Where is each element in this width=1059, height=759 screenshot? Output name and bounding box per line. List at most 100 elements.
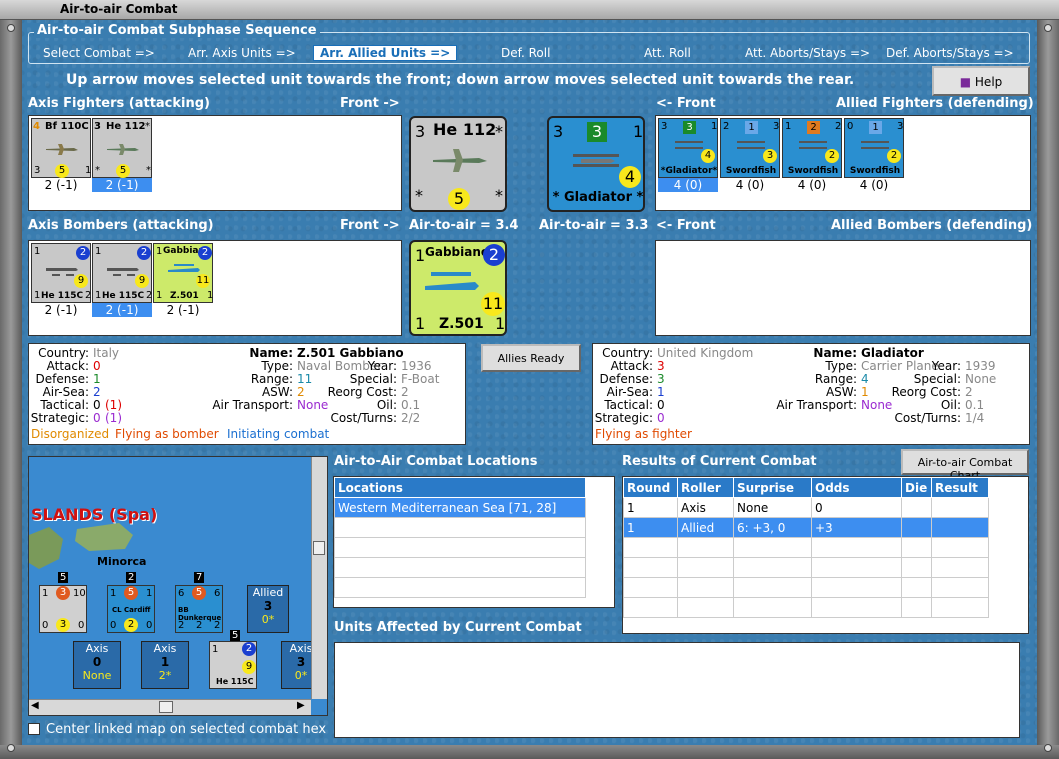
center-map-checkbox[interactable] [28, 723, 40, 735]
results-table-panel: Round Roller Surprise Odds Die Result 1 … [622, 476, 1029, 634]
sequence-title: Air-to-air Combat Subphase Sequence [34, 23, 320, 38]
scroll-left-icon[interactable]: ◀ [31, 700, 39, 711]
counter-top-right: 3 [773, 121, 780, 132]
info-key: Cost/Turns: [330, 411, 397, 425]
seq-step-def-roll[interactable]: Def. Roll [501, 46, 550, 60]
stack-val: 1 [212, 644, 219, 655]
map-stack[interactable]: 5 1 3 10 0 3 0 [39, 572, 87, 633]
map-stack[interactable]: 7 6 5 6 BB Dunkerque 2 2 2 [175, 572, 223, 633]
table-row[interactable]: 1 Allied 6: +3, 0 +3 [623, 517, 989, 538]
allies-ready-button[interactable]: Allies Ready [481, 344, 581, 372]
unit-counter-swordfish[interactable]: 2 1 3 3 Swordfish [720, 118, 780, 178]
results-header-die[interactable]: Die [901, 477, 932, 498]
counter-top-right: 2 [835, 121, 842, 132]
unit-counter-swordfish[interactable]: 1 2 2 2 Swordfish [782, 118, 842, 178]
info-special: None [965, 372, 997, 386]
info-key: Air-Sea: [606, 385, 653, 399]
box-sub: 2* [158, 669, 172, 682]
location-row[interactable]: Western Mediterranean Sea [71, 28] [334, 497, 586, 518]
axis-hex-summary[interactable]: Axis 1 2* [141, 641, 189, 689]
axis-fighters-front: Front -> [340, 96, 400, 111]
results-header-roller[interactable]: Roller [677, 477, 734, 498]
info-key: Defense: [35, 372, 89, 386]
info-key: Air Transport: [212, 398, 293, 412]
seq-step-arr-axis[interactable]: Arr. Axis Units => [188, 46, 296, 60]
counter-bottom-left: 1 [34, 290, 41, 301]
counter-yellow-dot: 4 [701, 149, 715, 163]
box-sub: None [82, 669, 112, 682]
a2a-chart-button[interactable]: Air-to-air Combat Chart [901, 449, 1029, 482]
info-key: Attack: [46, 359, 89, 373]
counter-bottom-right: 1 [207, 290, 214, 301]
box-num: 1 [160, 655, 170, 669]
info-key: Type: [261, 359, 293, 373]
table-row[interactable]: 1 Axis None 0 [623, 497, 989, 518]
info-cost: 2/2 [401, 411, 421, 425]
minimap-vscrollbar[interactable] [311, 457, 327, 699]
locations-header[interactable]: Locations [334, 477, 586, 498]
counter-bottom-right: 2 [85, 290, 92, 301]
unit-counter-bf110c[interactable]: 4 Bf 110C 3 5 1 [31, 118, 91, 178]
linked-minimap[interactable]: SLANDS (Spa) Minorca 5 1 3 10 0 3 0 2 1 … [28, 456, 328, 716]
info-key: ASW: [261, 385, 293, 399]
axis-bombers-panel: 1 2 9 1 He 115C 2 2 (-1) 1 2 9 1 He 115C… [28, 240, 402, 336]
window-title: Air-to-air Combat [0, 0, 1059, 20]
unit-counter-gladiator[interactable]: 3 3 1 4 *Gladiator* [658, 118, 718, 178]
unit-counter-z501[interactable]: 1 Gabbiano 2 11 1 Z.501 1 [153, 243, 213, 303]
unit-counter-swordfish[interactable]: 0 1 3 2 Swordfish [844, 118, 904, 178]
box-label: Axis [153, 642, 177, 655]
counter-bottom-left: 1 [95, 290, 102, 301]
seq-step-att-aborts[interactable]: Att. Aborts/Stays => [745, 46, 870, 60]
big-counter-top-left: 3 [415, 122, 426, 141]
big-counter-allied-fighter: 3 3 1 4 * Gladiator * [547, 116, 645, 212]
help-button[interactable]: ■ Help [932, 66, 1030, 96]
results-header-result[interactable]: Result [931, 477, 989, 498]
hscroll-thumb[interactable] [159, 701, 173, 713]
info-asw: 2 [297, 385, 305, 399]
seq-step-arr-allied[interactable]: Arr. Allied Units => [313, 45, 458, 61]
allied-hex-summary[interactable]: Allied 3 0* [247, 585, 289, 633]
info-airtransport: None [297, 398, 329, 412]
counter-bottom-right: 2 [146, 290, 153, 301]
fighter-plane-icon [433, 149, 487, 172]
seq-step-def-aborts[interactable]: Def. Aborts/Stays => [886, 46, 1014, 60]
stack-val: 1 [42, 588, 49, 599]
counter-top-left: 3 [94, 121, 101, 132]
info-type: Carrier Plane [861, 359, 939, 373]
locations-list: Locations Western Mediterranean Sea [71,… [333, 476, 615, 608]
cell-result [931, 517, 989, 538]
results-header-surprise[interactable]: Surprise [733, 477, 812, 498]
stack-val: 1 [110, 588, 117, 599]
unit-rating: 2 (-1) [44, 178, 78, 192]
rivet-icon [7, 24, 15, 32]
unit-counter-he115c[interactable]: 1 2 9 1 He 115C 2 [92, 243, 152, 303]
counter-square: 1 [869, 121, 882, 134]
counter-yellow-dot: 5 [116, 164, 130, 178]
cell-odds: +3 [811, 517, 902, 538]
unit-counter-he115c[interactable]: 1 2 9 1 He 115C 2 [31, 243, 91, 303]
location-row-empty [334, 577, 586, 598]
axis-hex-summary[interactable]: Axis 0 None [73, 641, 121, 689]
big-counter-top-left: 1 [415, 246, 426, 265]
scroll-right-icon[interactable]: ▶ [297, 700, 305, 711]
counter-name: Swordfish [849, 166, 901, 176]
unit-rating: 4 (0) [797, 178, 827, 192]
counter-name: *Gladiator* [660, 166, 718, 176]
info-key: Reorg Cost: [327, 385, 397, 399]
results-header-round[interactable]: Round [623, 477, 678, 498]
counter-square: 1 [745, 121, 758, 134]
map-stack-bomber[interactable]: 5 1 2 9 He 115C [209, 630, 257, 689]
info-defense: 1 [93, 372, 101, 386]
seq-step-att-roll[interactable]: Att. Roll [644, 46, 691, 60]
map-stack[interactable]: 2 1 5 1 CL Cardiff 0 2 0 [107, 572, 155, 633]
big-counter-bottom-left: 1 [415, 314, 426, 333]
results-header-odds[interactable]: Odds [811, 477, 902, 498]
vscroll-thumb[interactable] [313, 541, 325, 555]
info-name: Gladiator [861, 346, 924, 360]
seq-step-select-combat[interactable]: Select Combat => [43, 46, 155, 60]
stack-count: 5 [58, 572, 69, 583]
axis-fighters-label: Axis Fighters (attacking) [28, 96, 210, 111]
info-key: Special: [913, 372, 961, 386]
unit-counter-he112[interactable]: 3 He 112 * * 5 * [92, 118, 152, 178]
minimap-hscrollbar[interactable]: ◀ ▶ [29, 699, 311, 715]
